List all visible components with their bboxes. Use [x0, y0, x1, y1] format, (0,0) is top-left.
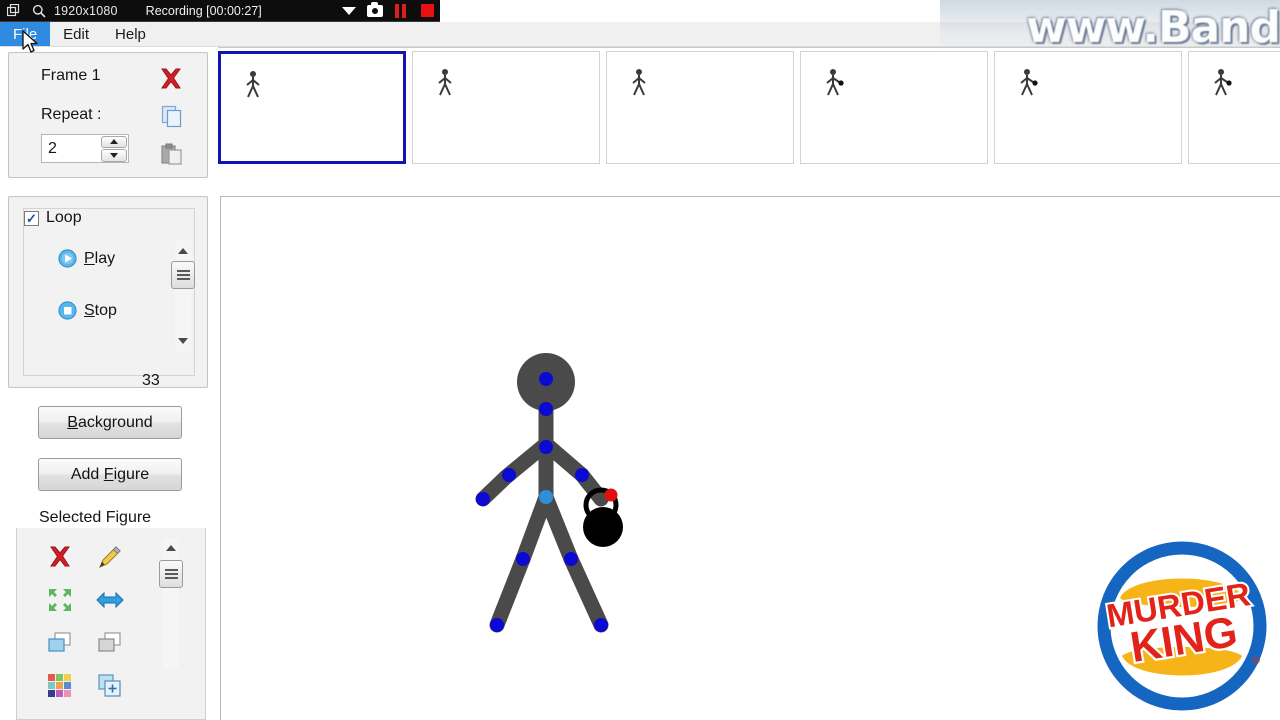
- play-button[interactable]: Play: [58, 249, 115, 268]
- frame-thumbnail-5[interactable]: [994, 51, 1182, 164]
- menu-item-file[interactable]: File: [0, 22, 51, 46]
- play-icon: [58, 249, 77, 268]
- stop-label: Stop: [84, 301, 117, 319]
- thumbnail-figure: [632, 69, 646, 96]
- thumbnail-figure: [438, 69, 452, 96]
- pause-icon[interactable]: [388, 0, 414, 22]
- selected-figure-group: [16, 528, 206, 720]
- application-window: www.Band 1920x1080 Recording [00:00:27] …: [0, 0, 1280, 720]
- edit-figure-icon[interactable]: [93, 540, 127, 574]
- selected-figure-slider[interactable]: [157, 538, 185, 668]
- playback-slider-thumb[interactable]: [171, 261, 195, 289]
- frame-thumbnail-6[interactable]: [1188, 51, 1280, 164]
- background-button[interactable]: Background: [38, 406, 182, 439]
- color-palette-icon[interactable]: [43, 669, 77, 703]
- frame-thumbnail-2[interactable]: [412, 51, 600, 164]
- frame-count: 33: [142, 372, 160, 389]
- delete-figure-icon[interactable]: [43, 540, 77, 574]
- repeat-stepper-buttons[interactable]: [101, 135, 127, 162]
- selected-figure-slider-thumb[interactable]: [159, 560, 183, 588]
- bring-forward-icon[interactable]: [43, 626, 77, 660]
- play-label-rest: lay: [94, 249, 116, 267]
- logo-registered-mark: ®: [1252, 655, 1260, 667]
- thumbnail-figure: [246, 71, 260, 98]
- playback-slider-down-arrow[interactable]: [175, 335, 191, 347]
- menu-item-help[interactable]: Help: [102, 22, 159, 46]
- send-backward-icon[interactable]: [93, 626, 127, 660]
- stop-icon[interactable]: [414, 0, 440, 22]
- copy-frame-icon[interactable]: [160, 104, 184, 128]
- thumbnail-figure: [826, 69, 844, 96]
- playback-panel: Play Stop ✓ Loop 33: [8, 196, 208, 389]
- selected-figure-slider-track[interactable]: [163, 538, 179, 668]
- repeat-decrement-button[interactable]: [101, 149, 127, 162]
- window-icon[interactable]: [0, 0, 26, 22]
- bandicam-recorder-bar: 1920x1080 Recording [00:00:27]: [0, 0, 440, 22]
- background-button-label: Background: [67, 413, 153, 431]
- magnifier-icon[interactable]: [26, 0, 52, 22]
- bandicam-watermark: www.Band: [1026, 2, 1280, 53]
- recording-status: Recording [00:00:27]: [145, 3, 262, 18]
- delete-frame-icon[interactable]: [158, 66, 184, 92]
- selected-figure-slider-up-arrow[interactable]: [163, 542, 179, 554]
- selected-figure-legend: Selected Figure: [34, 509, 157, 527]
- duplicate-figure-icon[interactable]: [93, 669, 127, 703]
- playback-inner: Play Stop ✓ Loop 33: [23, 208, 197, 389]
- stop-label-rest: top: [94, 301, 117, 319]
- repeat-label: Repeat :: [41, 106, 102, 123]
- thumbnail-figure: [1020, 69, 1038, 96]
- add-figure-button[interactable]: Add Figure: [38, 458, 182, 491]
- thumbnail-figure: [1214, 69, 1232, 96]
- frame-strip[interactable]: [218, 47, 1280, 174]
- camera-icon[interactable]: [362, 0, 388, 22]
- murder-king-logo: MURDER KING ®: [1097, 541, 1267, 711]
- playback-slider-up-arrow[interactable]: [175, 245, 191, 257]
- menu-item-edit[interactable]: Edit: [50, 22, 102, 46]
- add-figure-button-label: Add Figure: [70, 465, 150, 483]
- frame-thumbnail-1[interactable]: [218, 51, 406, 164]
- play-label: Play: [84, 249, 116, 267]
- animation-canvas[interactable]: MURDER KING ®: [220, 196, 1280, 720]
- flip-figure-icon[interactable]: [93, 583, 127, 617]
- frame-thumbnail-3[interactable]: [606, 51, 794, 164]
- playback-slider[interactable]: [169, 241, 197, 351]
- loop-label: Loop: [46, 209, 82, 226]
- checkmark-icon: ✓: [26, 210, 37, 226]
- repeat-increment-button[interactable]: [101, 135, 127, 148]
- chevron-down-icon[interactable]: [336, 0, 362, 22]
- figure-hip-joint: [539, 490, 553, 504]
- repeat-value[interactable]: 2: [42, 140, 101, 158]
- loop-toggle[interactable]: ✓ Loop: [24, 209, 194, 227]
- stop-icon: [58, 301, 77, 320]
- frame-label: Frame 1: [41, 67, 101, 84]
- stick-figure[interactable]: [451, 347, 651, 647]
- scale-figure-icon[interactable]: [43, 583, 77, 617]
- recording-resolution: 1920x1080: [54, 3, 118, 18]
- frame-thumbnail-4[interactable]: [800, 51, 988, 164]
- repeat-stepper[interactable]: 2: [41, 134, 129, 163]
- paste-frame-icon[interactable]: [160, 142, 184, 166]
- loop-checkbox[interactable]: ✓: [24, 210, 39, 226]
- stop-button[interactable]: Stop: [58, 301, 117, 320]
